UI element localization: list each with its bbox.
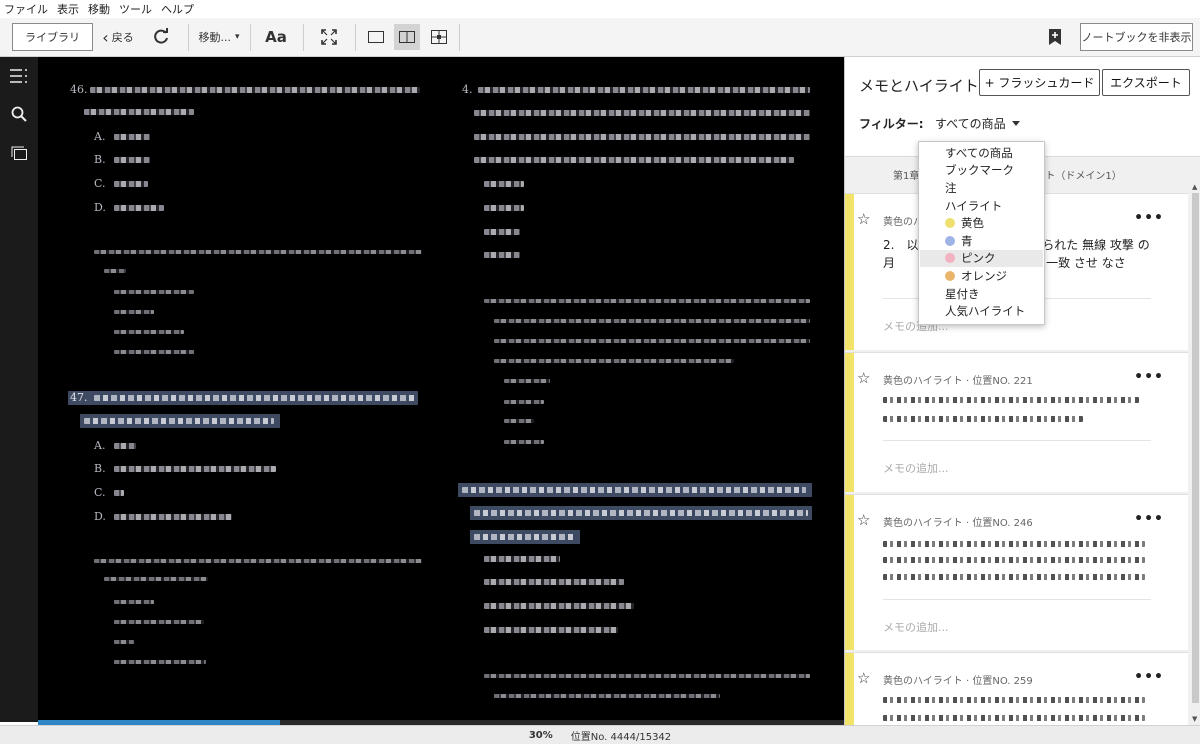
chevron-down-icon: ▾ <box>234 32 240 42</box>
goto-dropdown[interactable]: 移動... ▾ <box>196 24 242 50</box>
flashcard-button[interactable]: + フラッシュカード <box>979 69 1100 96</box>
highlight-card[interactable]: ☆ 黄色のハイライト · 位置NO. 259 ••• <box>845 652 1188 725</box>
star-icon[interactable]: ☆ <box>857 210 870 228</box>
notebook-title: メモとハイライト <box>859 77 979 95</box>
highlight-color-bar <box>845 353 854 492</box>
question-number: 46. <box>70 83 88 96</box>
menu-file[interactable]: ファイル <box>4 1 48 17</box>
back-label: 戻る <box>111 31 134 44</box>
scrollbar-thumb[interactable] <box>1192 193 1199 703</box>
more-options-icon[interactable]: ••• <box>1134 669 1164 685</box>
option-label: A. <box>94 130 106 143</box>
option-label: A. <box>94 439 106 452</box>
page-flip-button[interactable] <box>426 24 452 50</box>
blue-dot-icon <box>945 235 955 246</box>
notebook-scrollbar[interactable]: ▲ ▼ <box>1190 183 1200 723</box>
add-bookmark-button[interactable] <box>1044 24 1066 50</box>
filter-option-bookmarks[interactable]: ブックマーク <box>920 162 1043 180</box>
filter-option-label: オレンジ <box>961 268 1007 283</box>
filter-option-notes[interactable]: 注 <box>920 179 1043 197</box>
bookmark-plus-icon <box>1049 29 1061 45</box>
toolbar: ライブラリ ‹ 戻る 移動... ▾ Aa ノートブックを非表示 <box>0 18 1200 57</box>
option-label: B. <box>94 462 106 475</box>
table-of-contents-icon[interactable] <box>10 67 28 85</box>
filter-label: フィルター: <box>859 117 924 131</box>
more-options-icon[interactable]: ••• <box>1134 511 1164 527</box>
option-label: C. <box>94 486 106 499</box>
filter-option-popular[interactable]: 人気ハイライト <box>920 302 1043 320</box>
menu-view[interactable]: 表示 <box>57 1 79 17</box>
more-options-icon[interactable]: ••• <box>1134 210 1164 226</box>
menu-go[interactable]: 移動 <box>88 1 110 17</box>
status-bar: 30% 位置No. 4444/15342 <box>0 725 1200 744</box>
option-label: C. <box>94 177 106 190</box>
yellow-dot-icon <box>945 218 955 229</box>
sync-button[interactable] <box>148 24 174 50</box>
option-label: D. <box>94 201 106 214</box>
filter-option-orange[interactable]: オレンジ <box>920 267 1043 285</box>
grid-view-icon <box>431 30 447 44</box>
filter-dropdown-menu: すべての商品 ブックマーク 注 ハイライト 黄色 青 ピンク オレンジ 星付き … <box>918 141 1045 325</box>
single-column-icon <box>368 31 384 43</box>
back-button[interactable]: ‹ 戻る <box>100 23 136 51</box>
highlight-color-bar <box>845 495 854 650</box>
fullscreen-button[interactable] <box>316 24 342 50</box>
chapter-left: 第1章 <box>893 170 920 182</box>
more-options-icon[interactable]: ••• <box>1134 369 1164 385</box>
orange-dot-icon <box>945 270 955 281</box>
highlight-card[interactable]: ☆ 黄色のハイライト · 位置NO. 221 ••• メモの追加... <box>845 352 1188 492</box>
location-indicator: 位置No. 4444/15342 <box>570 731 672 743</box>
option-label: B. <box>94 153 106 166</box>
menu-help[interactable]: ヘルプ <box>161 1 194 17</box>
menu-tools[interactable]: ツール <box>119 1 152 17</box>
goto-label: 移動... <box>198 31 231 44</box>
export-button[interactable]: エクスポート <box>1102 69 1190 96</box>
caret-down-icon <box>1011 121 1020 126</box>
question-number: 4. <box>462 83 473 96</box>
menu-bar: ファイル 表示 移動 ツール ヘルプ <box>0 0 1200 18</box>
two-column-button[interactable] <box>394 24 420 50</box>
highlight-meta: 黄色のハイライト · 位置NO. 259 <box>883 676 1033 687</box>
fullscreen-icon <box>321 29 337 45</box>
filter-option-blue[interactable]: 青 <box>920 232 1043 250</box>
reader-pane[interactable]: 46. A. B. C. D. 47. A. B. C. D. 4. <box>38 57 844 722</box>
scroll-up-icon[interactable]: ▲ <box>1192 183 1197 191</box>
option-label: D. <box>94 510 106 523</box>
percent-read: 30% <box>528 729 553 741</box>
highlight-meta: 黄色のハイライト · 位置NO. 221 <box>883 376 1033 387</box>
left-rail <box>0 57 38 722</box>
single-column-button[interactable] <box>363 24 389 50</box>
filter-select[interactable]: すべての商品 <box>935 115 1020 132</box>
filter-value: すべての商品 <box>935 117 1006 131</box>
two-column-icon <box>399 31 415 43</box>
star-icon[interactable]: ☆ <box>857 369 870 387</box>
highlight-color-bar <box>845 194 854 350</box>
filter-option-highlights[interactable]: ハイライト <box>920 197 1043 215</box>
scroll-down-icon[interactable]: ▼ <box>1192 715 1197 723</box>
library-button[interactable]: ライブラリ <box>12 23 93 51</box>
chevron-left-icon: ‹ <box>102 27 109 47</box>
highlight-meta: 黄色のハイライト · 位置NO. 246 <box>883 518 1033 529</box>
filter-option-label: ピンク <box>961 251 996 266</box>
hide-notebook-button[interactable]: ノートブックを非表示 <box>1080 23 1193 51</box>
font-settings-button[interactable]: Aa <box>262 24 290 50</box>
filter-option-label: 青 <box>961 233 973 248</box>
flashcards-icon[interactable] <box>10 144 28 162</box>
pink-dot-icon <box>945 253 955 264</box>
highlight-card[interactable]: ☆ 黄色のハイライト · 位置NO. 246 ••• メモの追加... <box>845 494 1188 650</box>
star-icon[interactable]: ☆ <box>857 511 870 529</box>
highlight-color-bar <box>845 653 854 725</box>
add-note-field[interactable]: メモの追加... <box>883 619 949 635</box>
filter-option-pink[interactable]: ピンク <box>920 249 1043 268</box>
refresh-icon <box>154 28 168 44</box>
add-note-field[interactable]: メモの追加... <box>883 460 949 476</box>
question-number: 47. <box>70 391 88 404</box>
filter-option-all[interactable]: すべての商品 <box>920 144 1043 162</box>
star-icon[interactable]: ☆ <box>857 669 870 687</box>
filter-option-yellow[interactable]: 黄色 <box>920 214 1043 232</box>
filter-option-starred[interactable]: 星付き <box>920 285 1043 303</box>
search-icon[interactable] <box>10 105 28 123</box>
filter-option-label: 黄色 <box>961 216 984 231</box>
